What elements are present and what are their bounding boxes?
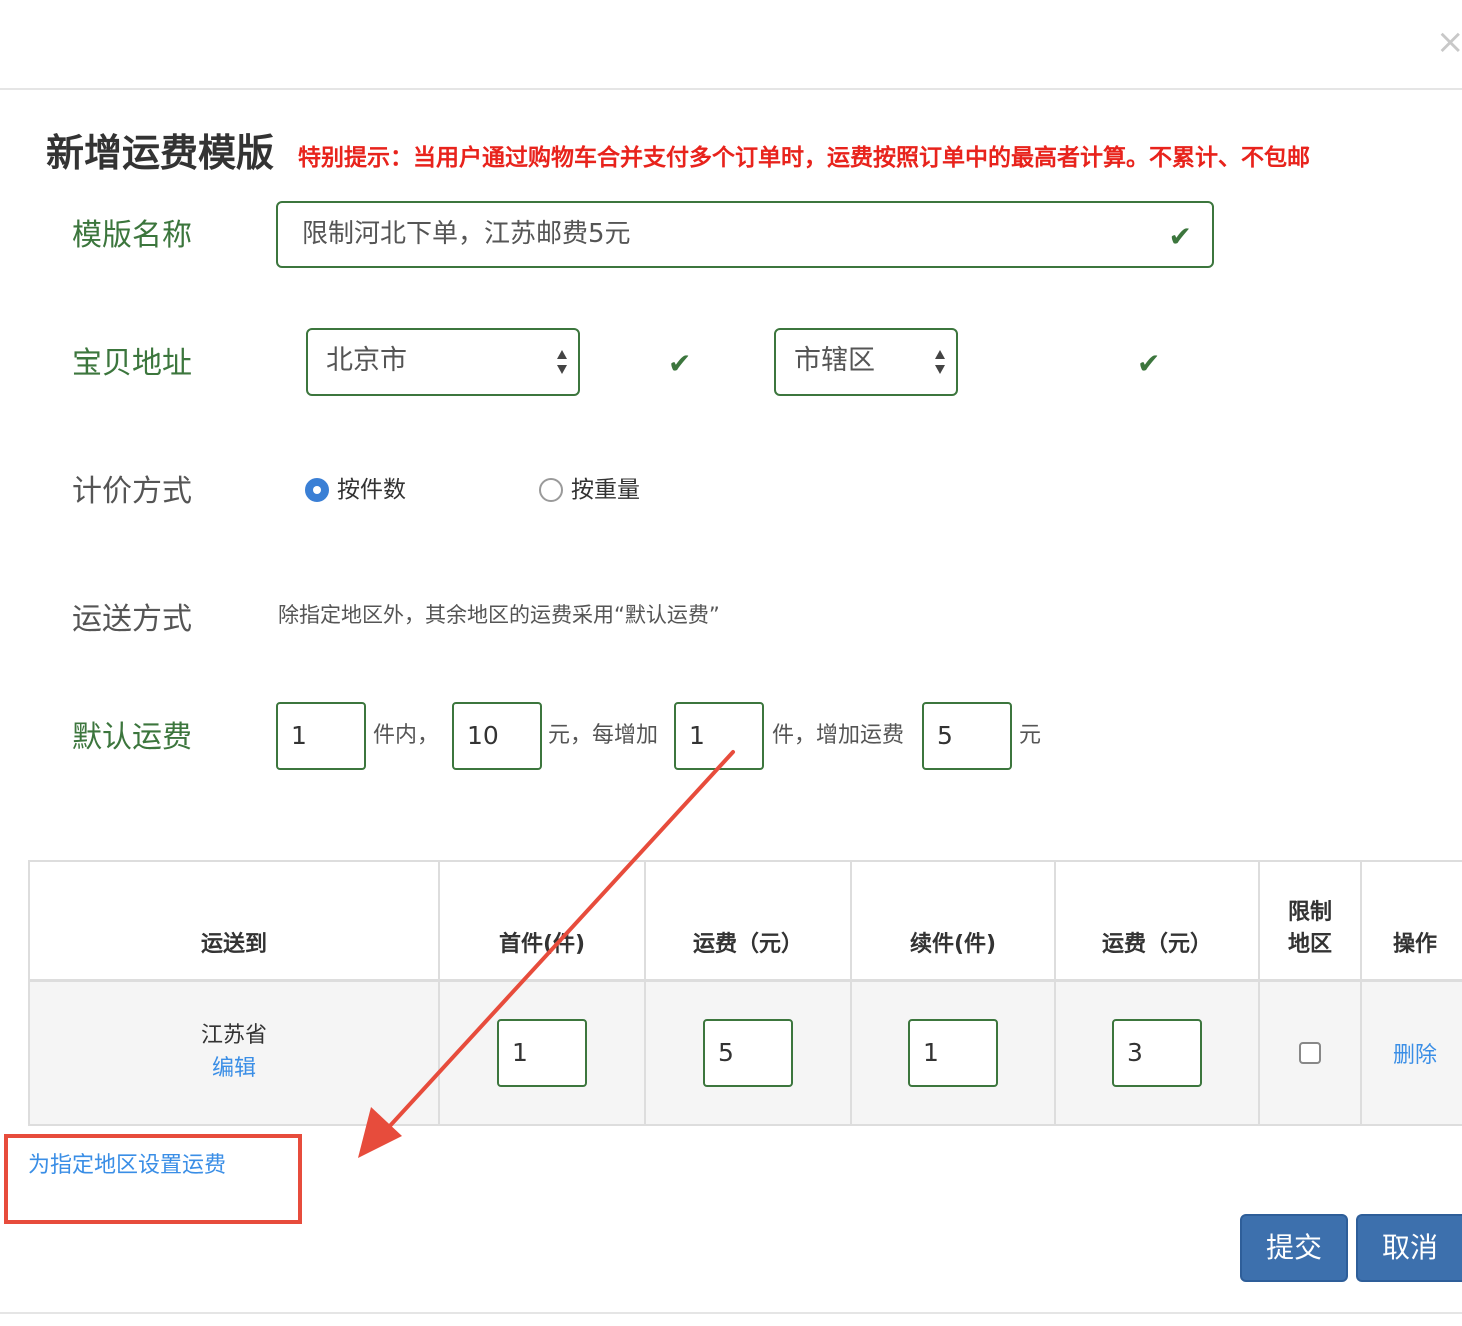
- add-qty-input[interactable]: 1: [674, 702, 764, 770]
- row-first-fee-input[interactable]: 5: [703, 1019, 793, 1087]
- table-header-row: 运送到 首件(件) 运费（元） 续件(件) 运费（元） 限制地区 操作: [28, 860, 1462, 982]
- default-fee-label: 默认运费: [72, 720, 192, 755]
- row-add-qty-input[interactable]: 1: [908, 1019, 998, 1087]
- address-label: 宝贝地址: [72, 346, 192, 381]
- shipping-table: 运送到 首件(件) 运费（元） 续件(件) 运费（元） 限制地区 操作 江苏省 …: [28, 860, 1462, 1126]
- edit-link[interactable]: 编辑: [31, 1052, 437, 1086]
- region-name: 江苏省: [200, 1023, 267, 1048]
- add-qty-value: 1: [689, 721, 705, 750]
- row-first-qty-input[interactable]: 1: [497, 1019, 587, 1087]
- header-restrict-text: 限制地区: [1287, 900, 1332, 957]
- delete-link[interactable]: 删除: [1393, 1043, 1437, 1068]
- footer-divider: [0, 1312, 1462, 1314]
- first-qty-value: 1: [291, 721, 307, 750]
- template-name-value: 限制河北下单，江苏邮费5元: [302, 219, 631, 249]
- select-arrows-icon: [557, 350, 567, 374]
- check-icon: ✔: [1168, 220, 1192, 253]
- radio-by-weight-label: 按重量: [571, 477, 640, 503]
- province-check-icon: ✔: [668, 347, 692, 380]
- page-title: 新增运费模版: [46, 131, 275, 175]
- shipping-label: 运送方式: [72, 602, 192, 637]
- text-within: 件内，: [373, 723, 440, 748]
- cell-action: 删除: [1360, 979, 1462, 1126]
- cell-destination: 江苏省 编辑: [28, 979, 440, 1126]
- template-name-label: 模版名称: [72, 218, 192, 253]
- cell-add-fee: 3: [1054, 979, 1260, 1126]
- header-first-fee: 运费（元）: [644, 860, 852, 982]
- cell-first-fee: 5: [644, 979, 852, 1126]
- header-restrict: 限制地区: [1258, 860, 1362, 982]
- text-each-add: 元，每增加: [548, 723, 659, 748]
- add-fee-value: 5: [937, 721, 953, 750]
- province-select[interactable]: 北京市: [306, 328, 580, 396]
- header-add-qty: 续件(件): [850, 860, 1056, 982]
- first-fee-value: 10: [467, 721, 499, 750]
- text-add-fee: 件，增加运费: [772, 723, 905, 748]
- header-destination: 运送到: [28, 860, 440, 982]
- cancel-button[interactable]: 取消: [1356, 1214, 1462, 1282]
- table-row: 江苏省 编辑 1 5 1 3 删除: [28, 979, 1462, 1126]
- submit-button[interactable]: 提交: [1240, 1214, 1348, 1282]
- add-fee-input[interactable]: 5: [922, 702, 1012, 770]
- radio-by-piece-label: 按件数: [337, 477, 406, 503]
- district-select[interactable]: 市辖区: [774, 328, 958, 396]
- text-yuan: 元: [1019, 723, 1042, 748]
- cell-add-qty: 1: [850, 979, 1056, 1126]
- cell-first-qty: 1: [438, 979, 646, 1126]
- row-add-fee-input[interactable]: 3: [1112, 1019, 1202, 1087]
- header-first-qty: 首件(件): [438, 860, 646, 982]
- annotation-arrow-icon: [358, 750, 735, 1158]
- radio-by-weight[interactable]: [539, 478, 563, 502]
- header-divider: [0, 88, 1462, 90]
- cell-restrict: [1258, 979, 1362, 1126]
- radio-by-piece[interactable]: [305, 478, 329, 502]
- notice-text: 特别提示：当用户通过购物车合并支付多个订单时，运费按照订单中的最高者计算。不累计…: [298, 145, 1310, 171]
- district-value: 市辖区: [794, 345, 875, 376]
- first-qty-input[interactable]: 1: [276, 702, 366, 770]
- first-fee-input[interactable]: 10: [452, 702, 542, 770]
- select-arrows-icon: [935, 350, 945, 374]
- template-name-input[interactable]: 限制河北下单，江苏邮费5元 ✔: [276, 201, 1214, 268]
- province-value: 北京市: [326, 345, 407, 376]
- set-region-fee-link[interactable]: 为指定地区设置运费: [28, 1150, 226, 1182]
- pricing-label: 计价方式: [72, 474, 192, 509]
- district-check-icon: ✔: [1137, 347, 1161, 380]
- header-add-fee: 运费（元）: [1054, 860, 1260, 982]
- close-icon[interactable]: ×: [1436, 22, 1462, 62]
- header-action: 操作: [1360, 860, 1462, 982]
- restrict-checkbox[interactable]: [1299, 1042, 1321, 1064]
- shipping-description: 除指定地区外，其余地区的运费采用“默认运费”: [278, 603, 720, 627]
